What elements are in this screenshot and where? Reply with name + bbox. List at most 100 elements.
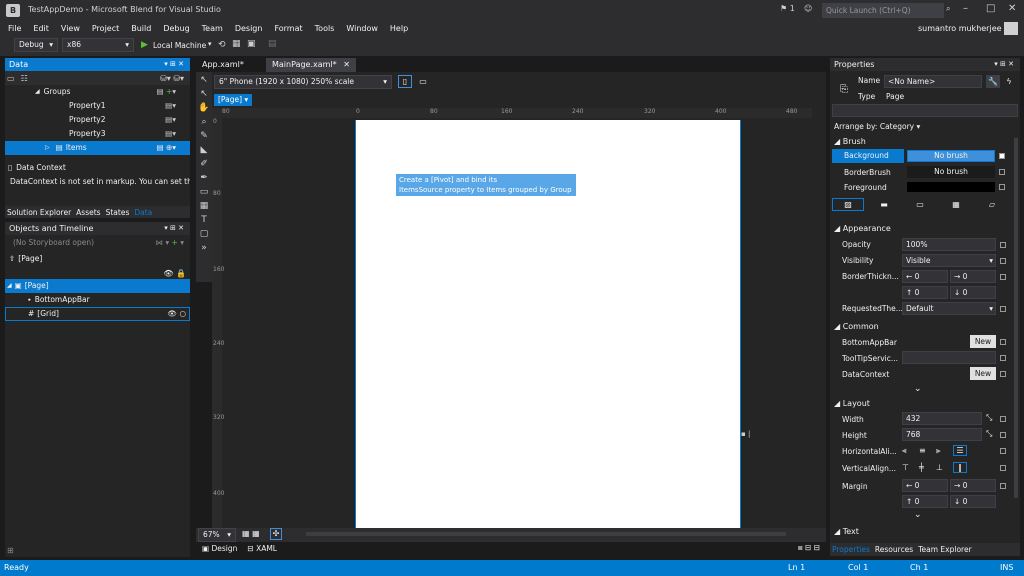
requested-theme-select[interactable]: Default ▾ bbox=[902, 302, 996, 315]
bottomappbar-new-button[interactable]: New bbox=[970, 335, 996, 348]
refresh-icon[interactable]: ⟲ bbox=[218, 40, 226, 50]
run-dropdown-icon[interactable]: ▾ bbox=[208, 40, 212, 48]
adorner-handle[interactable]: ▪ | bbox=[741, 430, 750, 438]
quick-launch-input[interactable]: Quick Launch (Ctrl+Q) bbox=[822, 3, 944, 18]
menu-format[interactable]: Format bbox=[274, 24, 302, 33]
panel-menu-icon[interactable]: ▾ ⊞ ✕ bbox=[994, 58, 1014, 71]
visibility-select[interactable]: Visible ▾ bbox=[902, 254, 996, 267]
platform-combo[interactable]: x86 ▾ bbox=[62, 38, 134, 52]
grid-toggle-icon[interactable]: ▦ ▦ bbox=[242, 529, 260, 538]
tab-data[interactable]: Data bbox=[134, 208, 152, 217]
tree-item-property1[interactable]: Property1 ▤▾ bbox=[5, 99, 190, 113]
object-item-grid[interactable]: # [Grid] 👁 ○ bbox=[5, 307, 190, 321]
brush-row-borderbrush[interactable]: BorderBrush No brush bbox=[832, 165, 1018, 179]
config-combo[interactable]: Debug ▾ bbox=[14, 38, 58, 52]
landscape-icon[interactable]: ▭ bbox=[416, 75, 430, 88]
margin-right-input[interactable]: → 0 bbox=[950, 479, 996, 492]
paint-bucket-icon[interactable]: ◣ bbox=[198, 144, 210, 156]
object-scope-root[interactable]: ⇧ [Page] bbox=[5, 252, 190, 266]
border-bottom-input[interactable]: ↓ 0 bbox=[950, 286, 996, 299]
advanced-options-icon[interactable] bbox=[1000, 274, 1006, 280]
align-vstretch-icon[interactable]: ‖ bbox=[953, 462, 967, 473]
advanced-options-icon[interactable] bbox=[999, 153, 1005, 159]
align-top-icon[interactable]: ⊤ bbox=[902, 463, 916, 472]
storyboard-combo[interactable]: (No Storyboard open) bbox=[13, 238, 94, 247]
align-middle-icon[interactable]: ╪ bbox=[919, 463, 933, 472]
menu-design[interactable]: Design bbox=[235, 24, 263, 33]
add-data-source-icon[interactable]: ⛁▾ ⛁▾ bbox=[160, 74, 184, 83]
auto-size-icon[interactable]: ⤡ bbox=[986, 413, 992, 423]
border-top-input[interactable]: ↑ 0 bbox=[902, 286, 948, 299]
expand-more-icon[interactable]: ⌄ bbox=[914, 510, 922, 520]
margin-left-input[interactable]: ← 0 bbox=[902, 479, 948, 492]
margin-top-input[interactable]: ↑ 0 bbox=[902, 495, 948, 508]
align-left-icon[interactable]: ⫷ bbox=[902, 446, 916, 456]
minimize-icon[interactable]: – bbox=[963, 3, 968, 14]
brush-row-background[interactable]: Background No brush bbox=[832, 149, 1018, 163]
advanced-options-icon[interactable] bbox=[1000, 258, 1006, 264]
tab-app-xaml[interactable]: App.xaml* bbox=[196, 58, 266, 72]
tooltip-service-input[interactable] bbox=[902, 351, 996, 364]
tab-team-explorer[interactable]: Team Explorer bbox=[918, 545, 971, 554]
common-section-header[interactable]: ◢ Common bbox=[834, 322, 879, 331]
height-input[interactable]: 768 bbox=[902, 428, 982, 441]
avatar[interactable] bbox=[1004, 22, 1018, 35]
properties-scrollbar[interactable] bbox=[1014, 138, 1018, 498]
tree-item-property2[interactable]: Property2 ▤▾ bbox=[5, 113, 190, 127]
direct-select-icon[interactable]: ↖ bbox=[198, 88, 210, 100]
list-mode-icon[interactable]: ▭ bbox=[7, 74, 15, 83]
menu-build[interactable]: Build bbox=[131, 24, 151, 33]
object-item-bottomappbar[interactable]: ∙ BottomAppBar bbox=[5, 293, 190, 307]
opacity-input[interactable]: 100% bbox=[902, 238, 996, 251]
datacontext-new-button[interactable]: New bbox=[970, 367, 996, 380]
menu-file[interactable]: File bbox=[8, 24, 21, 33]
deploy-icon[interactable]: ▣ bbox=[247, 39, 256, 49]
panel-menu-icon[interactable]: ▾ ⊞ ✕ bbox=[164, 58, 184, 71]
menu-debug[interactable]: Debug bbox=[163, 24, 189, 33]
collection-icon[interactable]: ▤ +▾ bbox=[156, 85, 176, 99]
collapse-icon[interactable]: ◢ bbox=[35, 85, 40, 99]
eye-icon[interactable]: 👁 ○ bbox=[168, 307, 186, 321]
menu-tools[interactable]: Tools bbox=[315, 24, 335, 33]
advanced-options-icon[interactable] bbox=[999, 184, 1005, 190]
align-right-icon[interactable]: ⫸ bbox=[936, 446, 950, 456]
name-field[interactable]: <No Name> bbox=[884, 75, 982, 88]
expand-more-icon[interactable]: ⌄ bbox=[914, 384, 922, 394]
brush-value[interactable] bbox=[907, 182, 995, 192]
item-actions-icon[interactable]: ▤ ⊕▾ bbox=[156, 141, 176, 155]
portrait-icon[interactable]: ▯ bbox=[398, 75, 412, 88]
tab-solution-explorer[interactable]: Solution Explorer bbox=[7, 208, 71, 217]
details-mode-icon[interactable]: ☷ bbox=[21, 74, 28, 83]
collapse-icon[interactable]: ◢ bbox=[7, 279, 12, 293]
image-brush-icon[interactable]: ▦ bbox=[940, 200, 972, 209]
snap-icon[interactable]: ✣ bbox=[270, 528, 282, 540]
string-type-icon[interactable]: ▤▾ bbox=[165, 99, 176, 113]
grid-tool-icon[interactable]: ▦ bbox=[198, 200, 210, 212]
horizontal-scrollbar[interactable] bbox=[306, 532, 786, 536]
eye-lock-icon[interactable]: 👁 🔒 bbox=[163, 269, 186, 278]
search-icon[interactable]: ⌕ bbox=[946, 4, 950, 14]
brush-value[interactable]: No brush bbox=[907, 150, 995, 162]
advanced-options-icon[interactable] bbox=[1000, 483, 1006, 489]
menu-view[interactable]: View bbox=[61, 24, 80, 33]
feedback-icon[interactable]: ☺ bbox=[804, 4, 812, 13]
brush-value[interactable]: No brush bbox=[907, 166, 995, 178]
control-icon[interactable]: ▢ bbox=[198, 228, 210, 240]
text-section-header[interactable]: ◢ Text bbox=[834, 527, 859, 536]
more-tools-icon[interactable]: » bbox=[198, 242, 210, 254]
advanced-options-icon[interactable] bbox=[1000, 432, 1006, 438]
tree-item-items[interactable]: ▷ ▤ Items ▤ ⊕▾ bbox=[5, 141, 190, 155]
string-type-icon[interactable]: ▤▾ bbox=[165, 127, 176, 141]
no-brush-icon[interactable]: ▨ bbox=[832, 197, 864, 211]
advanced-options-icon[interactable] bbox=[1000, 306, 1006, 312]
rectangle-icon[interactable]: ▭ bbox=[198, 186, 210, 198]
menu-window[interactable]: Window bbox=[346, 24, 378, 33]
resource-brush-icon[interactable]: ▱ bbox=[976, 200, 1008, 209]
pen-icon[interactable]: ✒ bbox=[198, 172, 210, 184]
tab-properties[interactable]: Properties bbox=[832, 545, 870, 554]
build-icon[interactable]: ▦ bbox=[232, 39, 241, 49]
tab-design[interactable]: ▣ Design bbox=[202, 544, 237, 553]
menu-project[interactable]: Project bbox=[92, 24, 119, 33]
brush-row-foreground[interactable]: Foreground bbox=[832, 180, 1018, 194]
border-left-input[interactable]: ← 0 bbox=[902, 270, 948, 283]
